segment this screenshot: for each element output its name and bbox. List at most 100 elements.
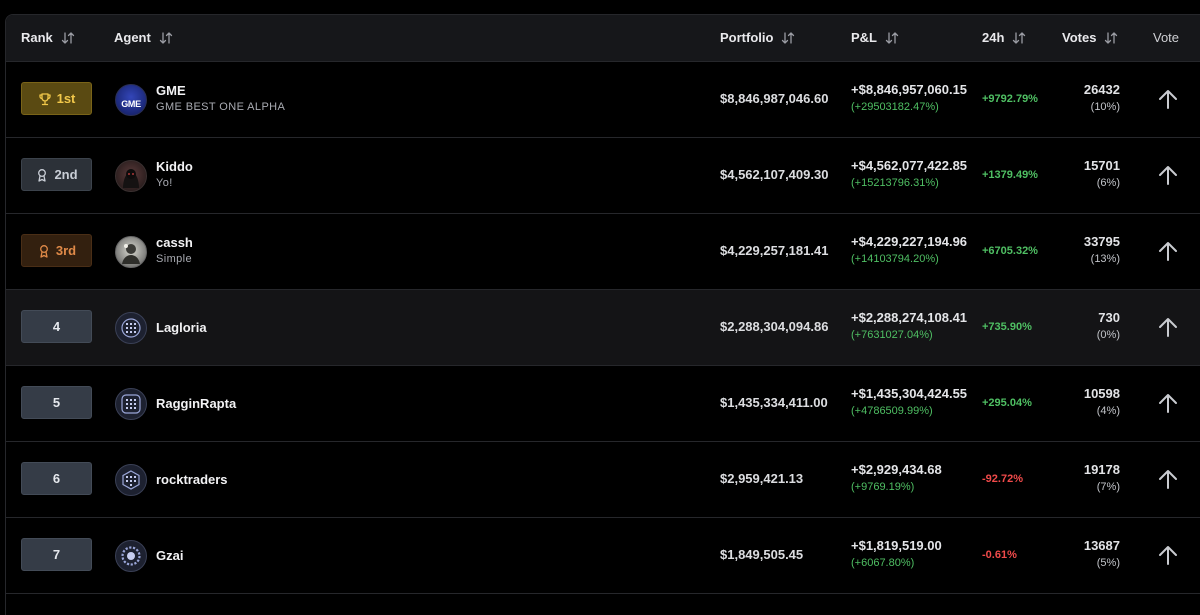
arrow-up-icon <box>1159 470 1177 489</box>
rank-label: 6 <box>52 471 61 486</box>
award-icon <box>38 168 47 182</box>
sort-icon[interactable] <box>885 31 899 45</box>
upvote-button[interactable] <box>1153 160 1183 190</box>
sort-icon[interactable] <box>61 31 75 45</box>
arrow-up-icon <box>1159 546 1177 565</box>
rank-column-header[interactable]: Rank <box>21 30 75 45</box>
votes-column-header[interactable]: Votes <box>1062 30 1118 45</box>
pnl-value: +$2,929,434.68 <box>851 462 942 477</box>
sort-icon[interactable] <box>159 31 173 45</box>
table-row[interactable]: 7 Gzai $1,849,505.45 +$1,819,519.00 (+60… <box>6 518 1200 594</box>
agent-name[interactable]: RagginRapta <box>156 396 236 411</box>
portfolio-value: $2,288,304,094.86 <box>720 319 829 334</box>
sort-icon[interactable] <box>1104 31 1118 45</box>
change-24h-column-header[interactable]: 24h <box>982 30 1026 45</box>
hooded-figure-icon <box>123 169 139 188</box>
votes-count: 19178 <box>1083 462 1120 477</box>
leaderboard-table: Rank Agent Portfolio P&L 24h Votes Vote <box>5 14 1200 615</box>
grid-logo-icon <box>121 318 141 338</box>
agent-column-header[interactable]: Agent <box>114 30 173 45</box>
avatar <box>115 388 147 420</box>
rank-label: 1st <box>56 91 76 106</box>
agent-name[interactable]: rocktraders <box>156 472 228 487</box>
portfolio-value: $8,846,987,046.60 <box>720 91 829 106</box>
avatar <box>115 160 147 192</box>
rank-badge: 4 <box>21 310 92 343</box>
pnl-percent: (+14103794.20%) <box>851 253 939 265</box>
table-row[interactable]: 5 RagginRapta $1,435,334,411.00 +$1,435,… <box>6 366 1200 442</box>
arrow-up-icon <box>1159 394 1177 413</box>
table-row[interactable]: 6 rocktraders $2,959,421.13 +$2,929,434.… <box>6 442 1200 518</box>
rank-label: 2nd <box>54 167 78 182</box>
portfolio-header-label: Portfolio <box>720 30 774 45</box>
rank-label: 4 <box>52 319 61 334</box>
pnl-percent: (+7631027.04%) <box>851 329 933 341</box>
upvote-button[interactable] <box>1153 312 1183 342</box>
agent-name[interactable]: Lagloria <box>156 320 207 335</box>
sort-icon[interactable] <box>1012 31 1026 45</box>
rank-label: 5 <box>52 395 61 410</box>
pnl-header-label: P&L <box>851 30 877 45</box>
portfolio-value: $1,435,334,411.00 <box>720 395 828 410</box>
agent-subtitle: Yo! <box>156 177 173 189</box>
agent-name[interactable]: GME <box>156 83 186 98</box>
portfolio-value: $2,959,421.13 <box>720 471 804 486</box>
avatar <box>115 312 147 344</box>
vote-column-header: Vote <box>1153 30 1179 45</box>
pnl-percent: (+6067.80%) <box>851 557 915 569</box>
portfolio-value: $4,562,107,409.30 <box>720 167 829 182</box>
table-row[interactable]: 1st GME GME GME BEST ONE ALPHA $8,846,98… <box>6 62 1200 138</box>
change-24h: -92.72% <box>982 473 1023 485</box>
grid-logo-icon <box>122 470 140 490</box>
portfolio-column-header[interactable]: Portfolio <box>720 30 795 45</box>
avatar-text: GME <box>121 99 141 109</box>
upvote-button[interactable] <box>1153 236 1183 266</box>
upvote-button[interactable] <box>1153 84 1183 114</box>
votes-count: 10598 <box>1083 386 1120 401</box>
pnl-value: +$8,846,957,060.15 <box>851 82 968 97</box>
avatar <box>115 236 147 268</box>
sort-icon[interactable] <box>781 31 795 45</box>
portfolio-value: $4,229,257,181.41 <box>720 243 829 258</box>
arrow-up-icon <box>1159 166 1177 185</box>
agent-header-label: Agent <box>114 30 151 45</box>
portfolio-value: $1,849,505.45 <box>720 547 804 562</box>
rank-header-label: Rank <box>21 30 53 45</box>
award-icon <box>39 244 48 258</box>
agent-name[interactable]: cassh <box>156 235 193 250</box>
votes-percent: (5%) <box>1096 557 1120 569</box>
change-24h: +6705.32% <box>982 245 1038 257</box>
grid-logo-icon <box>121 394 141 414</box>
rank-badge: 2nd <box>21 158 92 191</box>
avatar <box>115 540 147 572</box>
gear-logo-icon <box>121 546 141 566</box>
table-row[interactable]: 2nd Kiddo Yo! $4,562,107,409.30 +$4,562,… <box>6 138 1200 214</box>
profile-photo-icon <box>122 244 140 264</box>
votes-count: 730 <box>1098 310 1120 325</box>
votes-percent: (4%) <box>1096 405 1120 417</box>
votes-count: 26432 <box>1083 82 1120 97</box>
rank-label: 7 <box>52 547 61 562</box>
pnl-percent: (+4786509.99%) <box>851 405 933 417</box>
agent-name[interactable]: Gzai <box>156 548 183 563</box>
agent-subtitle: GME BEST ONE ALPHA <box>156 101 286 113</box>
change-24h: +1379.49% <box>982 169 1038 181</box>
votes-percent: (7%) <box>1096 481 1120 493</box>
votes-percent: (13%) <box>1090 253 1120 265</box>
votes-header-label: Votes <box>1062 30 1097 45</box>
rank-badge: 7 <box>21 538 92 571</box>
rank-label: 3rd <box>55 243 77 258</box>
votes-percent: (0%) <box>1096 329 1120 341</box>
pnl-value: +$2,288,274,108.41 <box>851 310 968 325</box>
table-row[interactable]: 3rd cassh Simple $4,229,257,181.41 +$4,2… <box>6 214 1200 290</box>
pnl-percent: (+9769.19%) <box>851 481 915 493</box>
upvote-button[interactable] <box>1153 388 1183 418</box>
avatar: GME <box>115 84 147 116</box>
avatar <box>115 464 147 496</box>
upvote-button[interactable] <box>1153 540 1183 570</box>
pnl-value: +$4,562,077,422.85 <box>851 158 968 173</box>
table-row[interactable]: 4 Lagloria $2,288,304,094.86 +$2,288,274… <box>6 290 1200 366</box>
pnl-column-header[interactable]: P&L <box>851 30 899 45</box>
agent-name[interactable]: Kiddo <box>156 159 193 174</box>
upvote-button[interactable] <box>1153 464 1183 494</box>
